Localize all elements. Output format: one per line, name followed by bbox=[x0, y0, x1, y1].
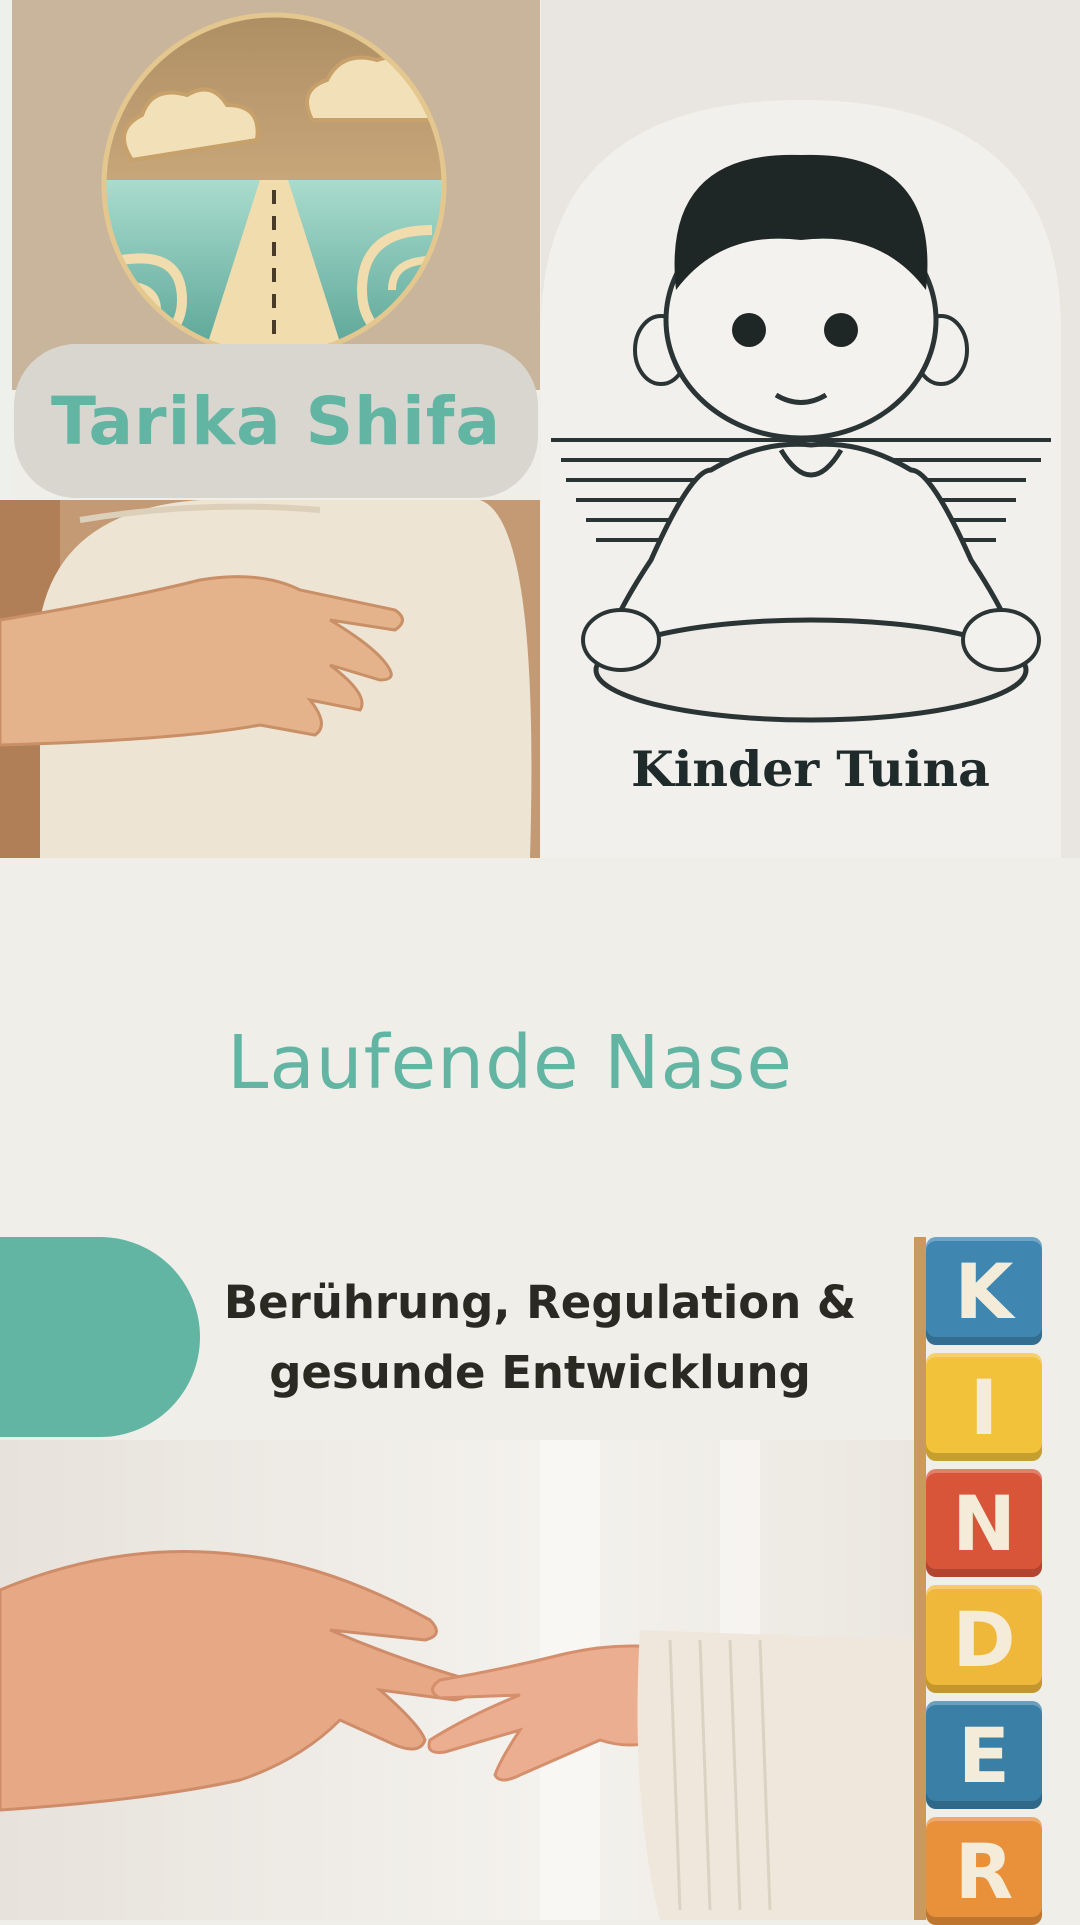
teal-accent-tab bbox=[0, 1237, 200, 1437]
letter-block-d: D bbox=[926, 1585, 1042, 1693]
hand-on-back-photo bbox=[0, 500, 540, 858]
child-illustration bbox=[541, 0, 1080, 858]
letter-block-k: K bbox=[926, 1237, 1042, 1345]
letter-blocks: K I N D E R bbox=[914, 1237, 1046, 1925]
logo-tile bbox=[12, 0, 540, 390]
brand-pill: Tarika Shifa bbox=[14, 344, 538, 498]
letter-block-i: I bbox=[926, 1353, 1042, 1461]
subtitle-line-2: gesunde Entwicklung bbox=[269, 1346, 811, 1399]
letter-block-e: E bbox=[926, 1701, 1042, 1809]
subtitle: Berührung, Regulation & gesunde Entwickl… bbox=[210, 1268, 870, 1408]
letter-block-n: N bbox=[926, 1469, 1042, 1577]
subtitle-line-1: Berührung, Regulation & bbox=[223, 1276, 857, 1329]
illustration-caption: Kinder Tuina bbox=[631, 740, 990, 798]
road-cloud-logo bbox=[101, 12, 447, 358]
letter-block-r: R bbox=[926, 1817, 1042, 1925]
brand-name: Tarika Shifa bbox=[50, 382, 502, 460]
page-title: Laufende Nase bbox=[227, 1020, 793, 1106]
holding-hands-photo bbox=[0, 1440, 915, 1920]
